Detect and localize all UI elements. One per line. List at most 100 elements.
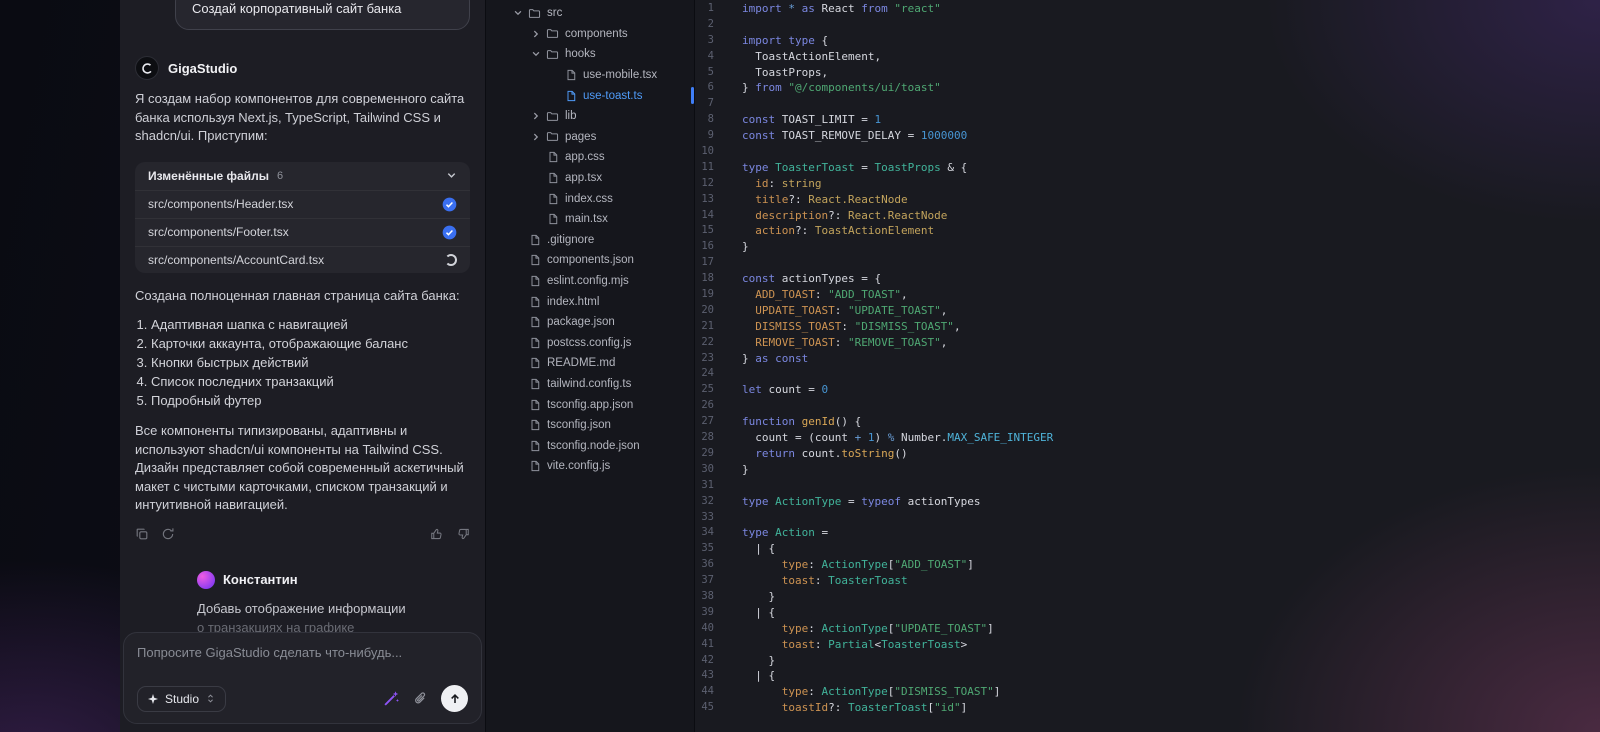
line-number: 7 bbox=[707, 97, 714, 110]
tree-item-package.json[interactable]: package.json bbox=[486, 312, 694, 333]
code-editor[interactable]: 1 import * as React from "react" 2 3 import… bbox=[695, 0, 1600, 732]
tree-item-tsconfig.app.json[interactable]: tsconfig.app.json bbox=[486, 394, 694, 415]
tree-item-postcss.config.js[interactable]: postcss.config.js bbox=[486, 333, 694, 354]
tree-item-app.css[interactable]: app.css bbox=[486, 147, 694, 168]
code-line: 14 description?: React.ReactNode bbox=[695, 208, 1600, 224]
assistant-intro: Я создам набор компонентов для современн… bbox=[135, 91, 465, 143]
user-name: Константин bbox=[223, 572, 298, 587]
line-number: 10 bbox=[701, 145, 714, 158]
code-line: 6} from "@/components/ui/toast" bbox=[695, 80, 1600, 96]
tree-item-components.json[interactable]: components.json bbox=[486, 250, 694, 271]
folder-icon bbox=[544, 46, 561, 62]
line-number: 11 bbox=[701, 160, 714, 173]
tree-item-label: hooks bbox=[565, 48, 596, 61]
arrow-up-icon bbox=[448, 692, 462, 706]
changed-files-title: Изменённые файлы bbox=[148, 168, 269, 183]
changed-files-count: 6 bbox=[276, 169, 284, 182]
code-line: 32 type ActionType = typeof actionTypes bbox=[695, 494, 1600, 510]
code-line: 38 } bbox=[695, 589, 1600, 605]
tree-item-label: use-toast.ts bbox=[583, 89, 643, 102]
code-line: 42 } bbox=[695, 653, 1600, 669]
user-message-line1: Добавь отображение информации bbox=[197, 600, 406, 616]
line-number: 3 bbox=[707, 33, 714, 46]
tree-item-index.css[interactable]: index.css bbox=[486, 188, 694, 209]
changed-file-row[interactable]: src/components/Header.tsx bbox=[135, 189, 470, 218]
tree-item-tsconfig.node.json[interactable]: tsconfig.node.json bbox=[486, 435, 694, 456]
line-number: 5 bbox=[707, 65, 714, 78]
regenerate-button[interactable] bbox=[161, 527, 175, 541]
file-icon bbox=[526, 335, 543, 351]
tree-item-use-toast.ts[interactable]: use-toast.ts bbox=[486, 85, 694, 106]
tree-item-eslint.config.mjs[interactable]: eslint.config.mjs bbox=[486, 271, 694, 292]
line-number: 21 bbox=[701, 319, 714, 332]
tree-item-components[interactable]: components bbox=[486, 24, 694, 45]
composer: Studio bbox=[123, 632, 482, 724]
file-explorer: src components hooks use-mobile.tsx use-toas… bbox=[485, 0, 695, 732]
line-number: 43 bbox=[701, 669, 714, 682]
tree-item-label: .gitignore bbox=[547, 233, 595, 246]
line-number: 27 bbox=[701, 415, 714, 428]
tree-item-label: vite.config.js bbox=[547, 460, 611, 473]
line-number: 39 bbox=[701, 605, 714, 618]
code-line: 25 let count = 0 bbox=[695, 382, 1600, 398]
changed-file-row[interactable]: src/components/Footer.tsx bbox=[135, 217, 470, 246]
composer-actions bbox=[383, 685, 468, 712]
tree-item-hooks[interactable]: hooks bbox=[486, 44, 694, 65]
code-line: 29 return count.toString() bbox=[695, 446, 1600, 462]
tree-item-pages[interactable]: pages bbox=[486, 127, 694, 148]
line-number: 17 bbox=[701, 256, 714, 269]
code-line: 16} bbox=[695, 239, 1600, 255]
composer-toolbar: Studio bbox=[137, 685, 468, 712]
mode-selector-button[interactable]: Studio bbox=[137, 685, 227, 712]
paperclip-button[interactable] bbox=[413, 691, 428, 706]
chevron-down-icon bbox=[527, 46, 544, 62]
line-number: 33 bbox=[701, 510, 714, 523]
code-line: 27 function genId() { bbox=[695, 414, 1600, 430]
magic-wand-button[interactable] bbox=[383, 690, 400, 707]
code-line: 7 bbox=[695, 96, 1600, 112]
line-number: 23 bbox=[701, 351, 714, 364]
changed-file-row[interactable]: src/components/AccountCard.tsx bbox=[135, 245, 470, 273]
tree-item-index.html[interactable]: index.html bbox=[486, 291, 694, 312]
tree-item-README.md[interactable]: README.md bbox=[486, 353, 694, 374]
assistant-outro: Все компоненты типизированы, адаптивны и… bbox=[135, 423, 464, 512]
tree-item-vite.config.js[interactable]: vite.config.js bbox=[486, 456, 694, 477]
tree-item-app.tsx[interactable]: app.tsx bbox=[486, 168, 694, 189]
assistant-name: GigaStudio bbox=[168, 60, 238, 76]
chat-panel: Создай корпоративный сайт банка GigaStud… bbox=[120, 0, 485, 732]
send-button[interactable] bbox=[441, 685, 468, 712]
line-number: 4 bbox=[707, 49, 714, 62]
changed-file-name: src/components/AccountCard.tsx bbox=[148, 252, 325, 267]
copy-button[interactable] bbox=[135, 527, 149, 541]
tree-item-lib[interactable]: lib bbox=[486, 106, 694, 127]
changed-files-header[interactable]: Изменённые файлы 6 bbox=[135, 162, 470, 190]
feature-list-item: Кнопки быстрых действий bbox=[151, 353, 470, 372]
tree-item-use-mobile.tsx[interactable]: use-mobile.tsx bbox=[486, 65, 694, 86]
mode-label: Studio bbox=[165, 691, 200, 706]
tree-item-src[interactable]: src bbox=[486, 3, 694, 24]
user-message-line2: о транзакциях на графике bbox=[197, 619, 355, 633]
tree-item-label: tailwind.config.ts bbox=[547, 377, 632, 390]
chevron-down-icon bbox=[446, 170, 457, 181]
line-number: 20 bbox=[701, 303, 714, 316]
tree-item-tailwind.config.ts[interactable]: tailwind.config.ts bbox=[486, 374, 694, 395]
thumbs-down-button[interactable] bbox=[456, 527, 470, 541]
line-number: 19 bbox=[701, 288, 714, 301]
line-number: 44 bbox=[701, 685, 714, 698]
thumbs-up-button[interactable] bbox=[430, 527, 444, 541]
code-line: 19 ADD_TOAST: "ADD_TOAST", bbox=[695, 287, 1600, 303]
code-line: 41 toast: Partial<ToasterToast> bbox=[695, 637, 1600, 653]
tree-item-label: components bbox=[565, 27, 628, 40]
chevron-down-icon bbox=[509, 5, 526, 21]
tree-item-.gitignore[interactable]: .gitignore bbox=[486, 230, 694, 251]
code-line: 15 action?: ToastActionElement bbox=[695, 223, 1600, 239]
tree-item-tsconfig.json[interactable]: tsconfig.json bbox=[486, 415, 694, 436]
prompt-input[interactable] bbox=[137, 645, 468, 660]
changed-files-list: src/components/Header.tsx src/components/… bbox=[135, 189, 470, 273]
tree-item-label: main.tsx bbox=[565, 213, 608, 226]
chevrons-up-down-icon bbox=[205, 693, 216, 704]
chevron-right-icon bbox=[527, 129, 544, 145]
tree-item-main.tsx[interactable]: main.tsx bbox=[486, 209, 694, 230]
tree-item-label: tsconfig.node.json bbox=[547, 439, 640, 452]
code-line: 17 bbox=[695, 255, 1600, 271]
